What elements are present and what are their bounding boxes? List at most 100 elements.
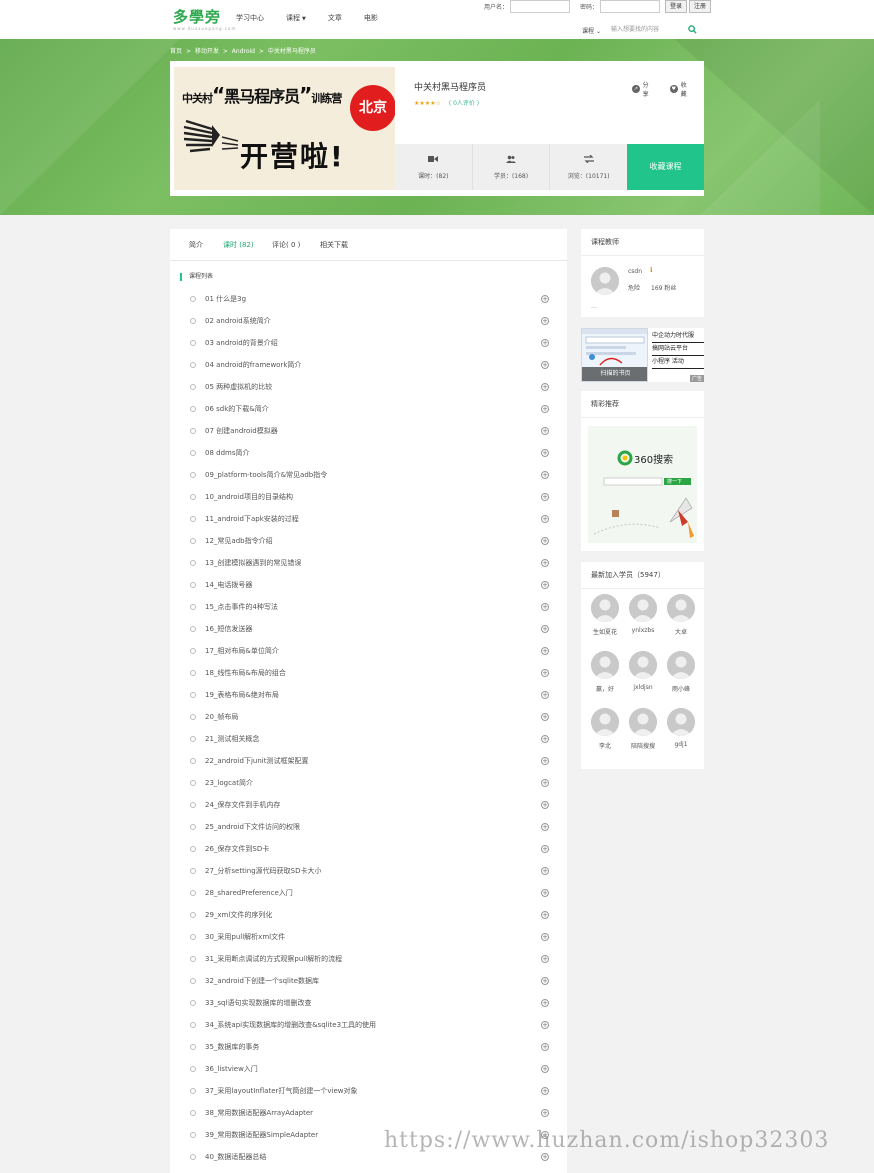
lesson-item[interactable]: 23_logcat简介 + (170, 774, 567, 796)
nav-item-movies[interactable]: 电影 (364, 13, 378, 23)
nav-item-learning-center[interactable]: 学习中心 (236, 13, 264, 23)
search-icon[interactable] (688, 25, 697, 34)
expand-plus-icon[interactable]: + (541, 603, 549, 611)
lesson-item[interactable]: 05 两种虚拟机的比较 + (170, 378, 567, 400)
lesson-item[interactable]: 13_创建模拟器遇到的常见错误 + (170, 554, 567, 576)
login-button[interactable]: 登录 (665, 0, 688, 13)
lesson-item[interactable]: 24_保存文件到手机内存 + (170, 796, 567, 818)
expand-plus-icon[interactable]: + (541, 1109, 549, 1117)
expand-plus-icon[interactable]: + (541, 845, 549, 853)
student-item[interactable]: gdj1 (663, 708, 699, 748)
expand-plus-icon[interactable]: + (541, 713, 549, 721)
expand-plus-icon[interactable]: + (541, 669, 549, 677)
student-item[interactable]: 陪陪搜搜 (625, 708, 661, 750)
lesson-item[interactable]: 20_帧布局 + (170, 708, 567, 730)
expand-plus-icon[interactable]: + (541, 1087, 549, 1095)
lesson-item[interactable]: 38_常用数据适配器ArrayAdapter + (170, 1104, 567, 1126)
student-item[interactable]: 雨小峰 (663, 651, 699, 693)
student-item[interactable]: 李北 (587, 708, 623, 750)
lesson-item[interactable]: 27_分析setting源代码获取SD卡大小 + (170, 862, 567, 884)
breadcrumb-android[interactable]: Android (232, 48, 255, 55)
lesson-item[interactable]: 07 创建android模拟器 + (170, 422, 567, 444)
lesson-item[interactable]: 21_测试相关概念 + (170, 730, 567, 752)
expand-plus-icon[interactable]: + (541, 449, 549, 457)
register-button[interactable]: 注册 (689, 0, 712, 13)
username-input[interactable] (510, 0, 571, 13)
search-input[interactable]: 输入想要找的内容 (611, 24, 691, 36)
lesson-item[interactable]: 32_android下创建一个sqlite数据库 + (170, 972, 567, 994)
expand-plus-icon[interactable]: + (541, 471, 549, 479)
recommend-banner-image[interactable]: 360搜索 搜一下 (588, 426, 697, 543)
expand-plus-icon[interactable]: + (541, 493, 549, 501)
nav-item-articles[interactable]: 文章 (328, 13, 342, 23)
expand-plus-icon[interactable]: + (541, 779, 549, 787)
expand-plus-icon[interactable]: + (541, 537, 549, 545)
expand-plus-icon[interactable]: + (541, 823, 549, 831)
lesson-item[interactable]: 30_采用pull解析xml文件 + (170, 928, 567, 950)
tab-intro[interactable]: 简介 (189, 240, 203, 250)
ad-box[interactable]: 扫描的书页 中企动力时代服 搞网站云平台 小程序 活动 广告 (581, 328, 704, 382)
student-item[interactable]: 生如夏花 (587, 594, 623, 636)
expand-plus-icon[interactable]: + (541, 295, 549, 303)
expand-plus-icon[interactable]: + (541, 383, 549, 391)
expand-plus-icon[interactable]: + (541, 559, 549, 567)
tab-comments[interactable]: 评论( 0 ) (272, 240, 300, 250)
nav-item-courses[interactable]: 课程 ▼ (286, 13, 306, 23)
share-button[interactable]: ↗ 分享 (632, 80, 654, 98)
expand-plus-icon[interactable]: + (541, 339, 549, 347)
lesson-item[interactable]: 17_相对布局&单位简介 + (170, 642, 567, 664)
lesson-item[interactable]: 31_采用断点调试的方式观察pull解析的流程 + (170, 950, 567, 972)
lesson-item[interactable]: 02 android系统简介 + (170, 312, 567, 334)
lesson-item[interactable]: 37_采用layoutInflater打气筒创建一个view对象 + (170, 1082, 567, 1104)
lesson-item[interactable]: 08 ddms简介 + (170, 444, 567, 466)
lesson-item[interactable]: 18_线性布局&布局的组合 + (170, 664, 567, 686)
expand-plus-icon[interactable]: + (541, 735, 549, 743)
search-category-select[interactable]: 课程 ⌄ (582, 26, 601, 35)
lesson-item[interactable]: 26_保存文件到SD卡 + (170, 840, 567, 862)
lesson-item[interactable]: 04 android的framework简介 + (170, 356, 567, 378)
expand-plus-icon[interactable]: + (541, 889, 549, 897)
expand-plus-icon[interactable]: + (541, 1043, 549, 1051)
expand-plus-icon[interactable]: + (541, 405, 549, 413)
student-item[interactable]: jxldjsn (625, 651, 661, 691)
expand-plus-icon[interactable]: + (541, 647, 549, 655)
lesson-item[interactable]: 03 android的背景介绍 + (170, 334, 567, 356)
teacher-name[interactable]: csdn (628, 268, 642, 275)
password-input[interactable] (600, 0, 661, 13)
student-item[interactable]: ynlxzbs (625, 594, 661, 634)
expand-plus-icon[interactable]: + (541, 801, 549, 809)
lesson-item[interactable]: 36_listview入门 + (170, 1060, 567, 1082)
lesson-item[interactable]: 29_xml文件的序列化 + (170, 906, 567, 928)
lesson-item[interactable]: 35_数据库的事务 + (170, 1038, 567, 1060)
expand-plus-icon[interactable]: + (541, 867, 549, 875)
expand-plus-icon[interactable]: + (541, 977, 549, 985)
lesson-item[interactable]: 14_电话拨号器 + (170, 576, 567, 598)
breadcrumb-mobile-dev[interactable]: 移动开发 (195, 48, 219, 55)
favorite-button[interactable]: ♥ 收藏 (670, 80, 692, 98)
student-item[interactable]: 赢，好 (587, 651, 623, 693)
site-logo[interactable]: 多學旁 www.duoxuepang.com (173, 6, 236, 31)
expand-plus-icon[interactable]: + (541, 933, 549, 941)
lesson-item[interactable]: 33_sql语句实现数据库的增删改查 + (170, 994, 567, 1016)
expand-plus-icon[interactable]: + (541, 999, 549, 1007)
expand-plus-icon[interactable]: + (541, 955, 549, 963)
tab-downloads[interactable]: 相关下载 (320, 240, 348, 250)
expand-plus-icon[interactable]: + (541, 317, 549, 325)
expand-plus-icon[interactable]: + (541, 1065, 549, 1073)
lesson-item[interactable]: 09_platform-tools简介&常见adb指令 + (170, 466, 567, 488)
expand-plus-icon[interactable]: + (541, 625, 549, 633)
lesson-item[interactable]: 15_点击事件的4种写法 + (170, 598, 567, 620)
expand-plus-icon[interactable]: + (541, 1153, 549, 1161)
student-item[interactable]: 大卓 (663, 594, 699, 636)
collect-course-button[interactable]: 收藏课程 (627, 144, 704, 190)
lesson-item[interactable]: 22_android下junit测试框架配置 + (170, 752, 567, 774)
expand-plus-icon[interactable]: + (541, 515, 549, 523)
lesson-item[interactable]: 28_sharedPreference入门 + (170, 884, 567, 906)
lesson-item[interactable]: 34_系统api实现数据库的增删改查&sqlite3工具的使用 + (170, 1016, 567, 1038)
lesson-item[interactable]: 10_android项目的目录结构 + (170, 488, 567, 510)
expand-plus-icon[interactable]: + (541, 361, 549, 369)
lesson-item[interactable]: 01 什么是3g + (170, 290, 567, 312)
expand-plus-icon[interactable]: + (541, 691, 549, 699)
lesson-item[interactable]: 25_android下文件访问的权限 + (170, 818, 567, 840)
lesson-item[interactable]: 19_表格布局&绝对布局 + (170, 686, 567, 708)
